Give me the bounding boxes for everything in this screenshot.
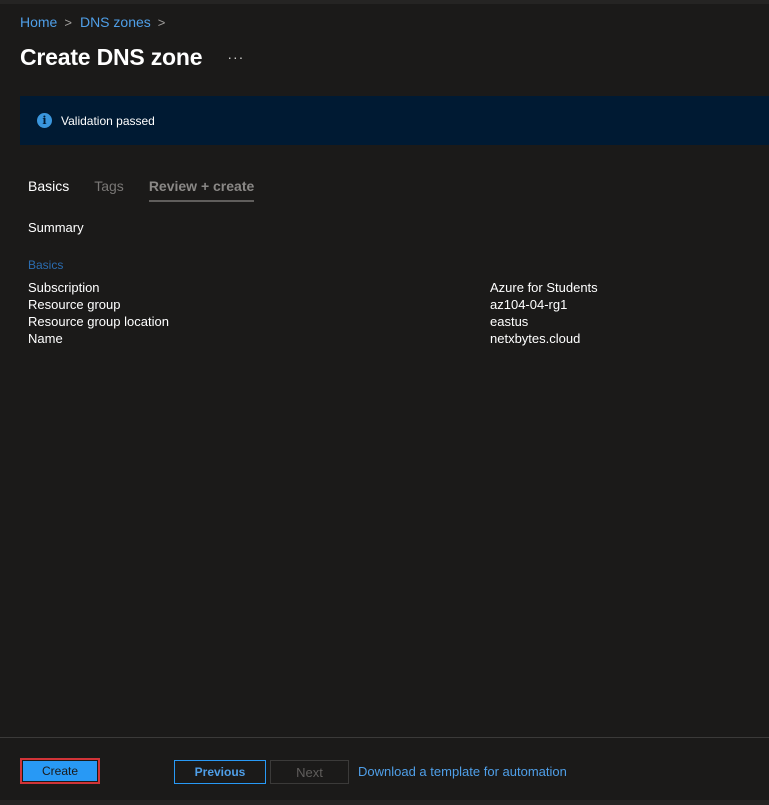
breadcrumb-dns-zones-link[interactable]: DNS zones [80, 14, 151, 30]
action-footer: Create Previous Next Download a template… [0, 737, 769, 800]
summary-key: Resource group location [28, 314, 169, 329]
summary-value: netxbytes.cloud [490, 331, 581, 346]
create-button-label: Create [23, 761, 97, 781]
basics-section-heading: Basics [28, 258, 64, 272]
summary-heading: Summary [28, 220, 84, 235]
summary-table: Subscription Azure for Students Resource… [28, 280, 748, 348]
tab-basics[interactable]: Basics [28, 178, 69, 202]
summary-value: az104-04-rg1 [490, 297, 568, 312]
download-template-link[interactable]: Download a template for automation [358, 764, 567, 779]
chevron-right-icon: > [157, 14, 166, 30]
summary-value: Azure for Students [490, 280, 598, 295]
summary-row: Subscription Azure for Students [28, 280, 748, 297]
page-title: Create DNS zone [20, 44, 203, 70]
previous-button[interactable]: Previous [174, 760, 266, 784]
summary-key: Name [28, 331, 63, 346]
validation-banner: i Validation passed [20, 96, 769, 145]
summary-row: Name netxbytes.cloud [28, 331, 748, 348]
summary-row: Resource group location eastus [28, 314, 748, 331]
info-icon: i [37, 113, 52, 128]
create-button[interactable]: Create [20, 758, 100, 784]
breadcrumb-home-link[interactable]: Home [20, 14, 57, 30]
tab-tags[interactable]: Tags [94, 178, 124, 202]
summary-value: eastus [490, 314, 529, 329]
more-options-icon[interactable]: ··· [227, 49, 244, 65]
wizard-tabs: Basics Tags Review + create [28, 178, 279, 202]
summary-row: Resource group az104-04-rg1 [28, 297, 748, 314]
summary-key: Resource group [28, 297, 121, 312]
next-button[interactable]: Next [270, 760, 349, 784]
validation-message: Validation passed [61, 113, 155, 128]
title-row: Create DNS zone ··· [20, 44, 244, 71]
breadcrumb: Home > DNS zones > [20, 14, 173, 30]
chevron-right-icon: > [64, 14, 72, 30]
create-dns-zone-page: Home > DNS zones > Create DNS zone ··· i… [0, 0, 769, 805]
tab-review-create[interactable]: Review + create [148, 178, 255, 202]
summary-key: Subscription [28, 280, 100, 295]
